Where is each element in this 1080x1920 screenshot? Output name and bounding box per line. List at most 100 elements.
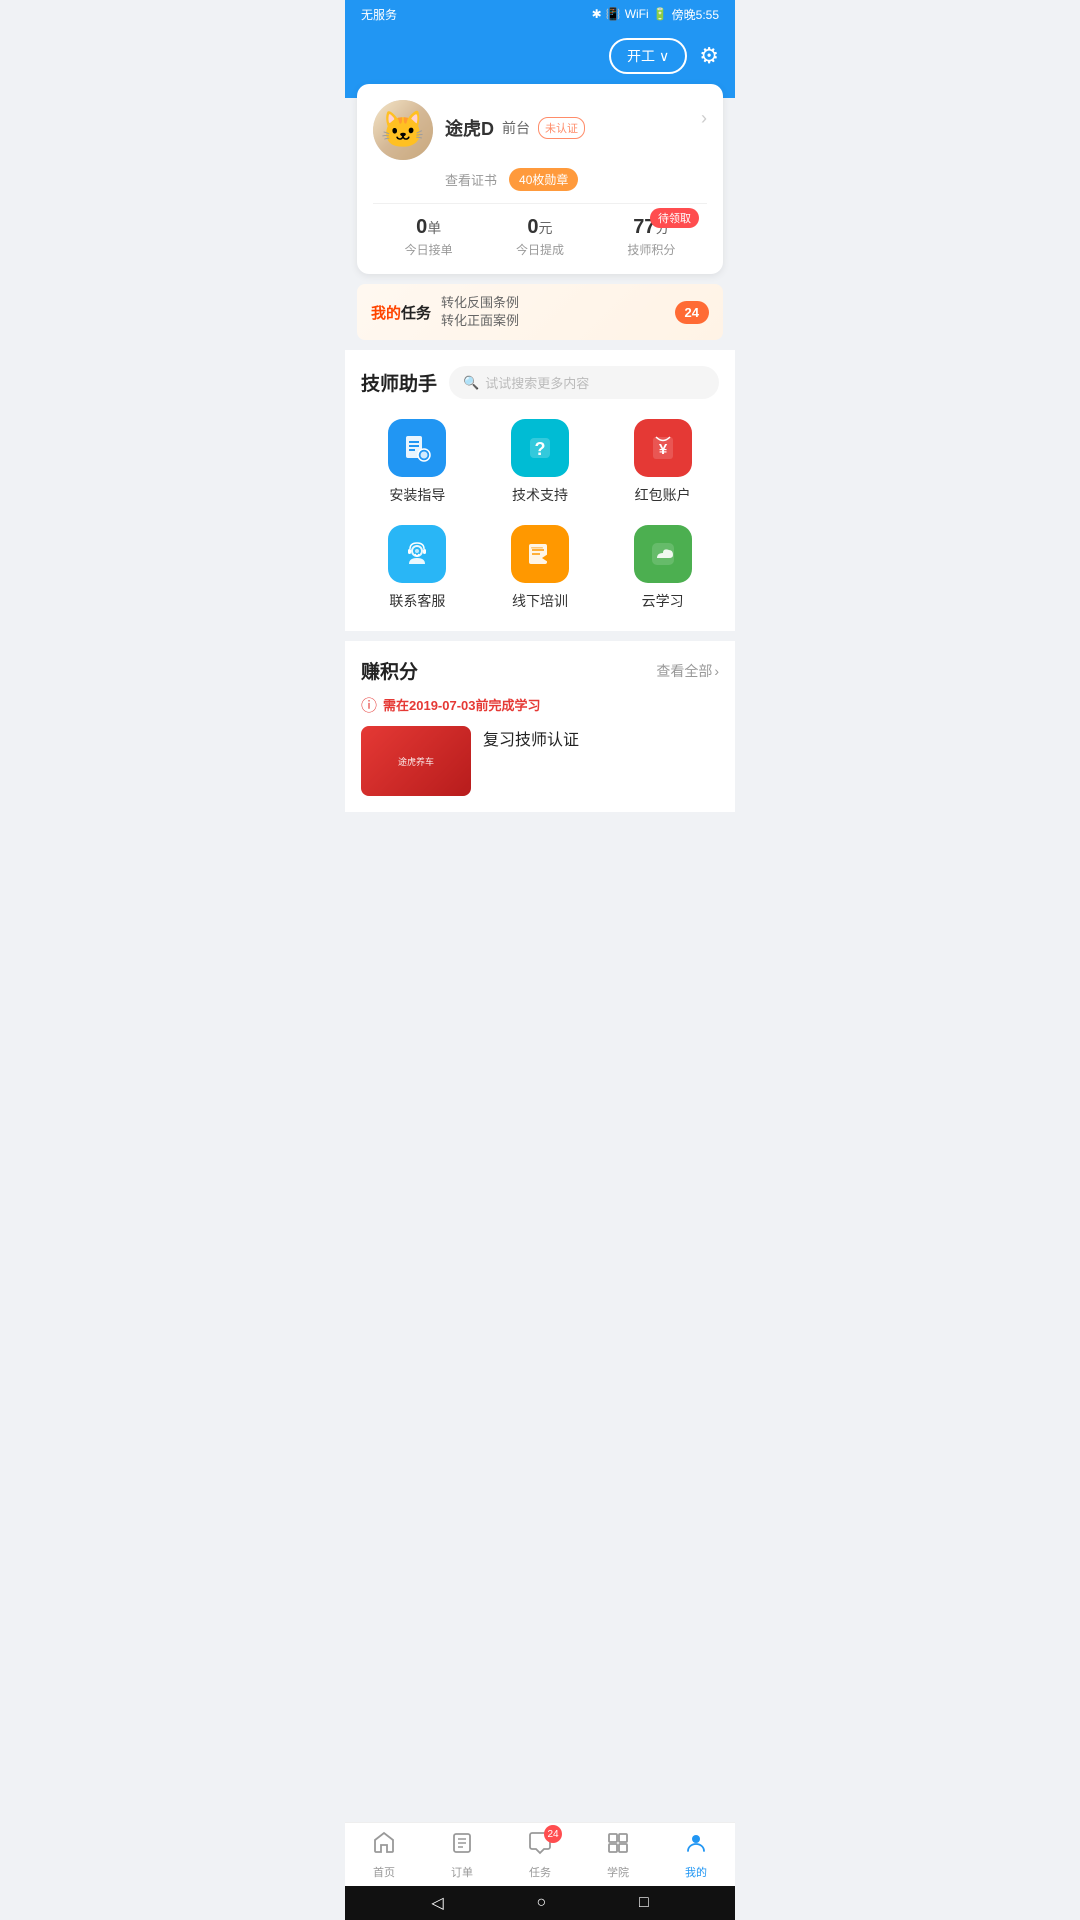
search-placeholder: 试试搜索更多内容	[485, 373, 589, 392]
earnings-unit: 元	[539, 220, 553, 236]
tool-label-training: 线下培训	[512, 591, 568, 611]
tool-label-cloud: 云学习	[642, 591, 684, 611]
bluetooth-icon: ✱	[592, 7, 602, 21]
tool-cloud-learning[interactable]: 云学习	[606, 525, 719, 611]
task-count-badge: 24	[675, 301, 709, 324]
work-button-label: 开工	[627, 46, 655, 66]
profile-info: 途虎D 前台 未认证	[445, 115, 707, 145]
tool-grid: 安装指导 ? 技术支持 ¥ 红包账户	[361, 415, 719, 615]
task-line2: 转化正面案例	[441, 312, 665, 330]
nav-mine[interactable]: 我的	[657, 1831, 735, 1880]
customer-service-icon	[388, 525, 446, 583]
stats-row: 0单 今日接单 0元 今日提成 77分 技师积分 待领取	[373, 203, 707, 258]
task-banner-label: 我的任务	[371, 302, 431, 323]
orders-label: 今日接单	[373, 241, 484, 258]
nav-home[interactable]: 首页	[345, 1831, 423, 1880]
settings-icon[interactable]: ⚙	[699, 43, 719, 69]
bottom-nav: 首页 订单 24 任务	[345, 1822, 735, 1886]
task-red-label: 我的	[371, 305, 401, 322]
status-bar: 无服务 ✱ 📳 WiFi 🔋 傍晚5:55	[345, 0, 735, 28]
battery-icon: 🔋	[653, 7, 668, 21]
stat-orders: 0单 今日接单	[373, 216, 484, 258]
warning-icon: ⓘ	[361, 692, 377, 716]
earnings-label: 今日提成	[484, 241, 595, 258]
profile-chevron-icon[interactable]: ›	[701, 108, 707, 129]
tool-customer-service[interactable]: 联系客服	[361, 525, 474, 611]
tool-label-service: 联系客服	[389, 591, 445, 611]
tool-offline-training[interactable]: 线下培训	[484, 525, 597, 611]
profile-top: 🐱 途虎D 前台 未认证 ›	[373, 100, 707, 160]
orders-icon	[450, 1831, 474, 1861]
nav-orders-label: 订单	[451, 1864, 473, 1880]
back-button[interactable]: ◁	[431, 1893, 443, 1913]
status-time: ✱ 📳 WiFi 🔋 傍晚5:55	[592, 6, 719, 23]
view-all-label: 查看全部	[656, 661, 712, 681]
profile-name: 途虎D	[445, 115, 494, 141]
section-title-assistant: 技师助手	[361, 369, 437, 396]
mine-icon	[684, 1831, 708, 1861]
tool-label-redpacket: 红包账户	[635, 485, 691, 505]
cert-link[interactable]: 查看证书	[445, 170, 497, 189]
install-guide-icon	[388, 419, 446, 477]
course-info: 复习技师认证	[483, 726, 719, 750]
task-content: 转化反围条例 转化正面案例	[441, 294, 665, 330]
verify-badge: 未认证	[538, 117, 585, 139]
medal-badge: 40枚勋章	[509, 168, 578, 191]
search-icon: 🔍	[463, 375, 479, 391]
svg-text:¥: ¥	[658, 441, 667, 458]
avatar-cat: 🐱	[381, 112, 426, 148]
nav-orders[interactable]: 订单	[423, 1831, 501, 1880]
task-banner[interactable]: 我的任务 转化反围条例 转化正面案例 24	[357, 284, 723, 340]
tool-install-guide[interactable]: 安装指导	[361, 419, 474, 505]
home-button[interactable]: ○	[536, 1894, 546, 1912]
course-brand: 途虎养车	[398, 755, 434, 768]
deadline-text: 需在2019-07-03前完成学习	[383, 695, 541, 714]
view-all-button[interactable]: 查看全部 ›	[656, 661, 719, 681]
nav-home-label: 首页	[373, 1864, 395, 1880]
clock: 傍晚5:55	[672, 6, 719, 23]
points-label: 技师积分	[596, 241, 707, 258]
tool-label-install: 安装指导	[389, 485, 445, 505]
profile-role: 前台	[502, 118, 530, 138]
profile-cert-row: 查看证书 40枚勋章	[373, 168, 707, 191]
svg-text:?: ?	[534, 439, 545, 459]
tool-red-packet[interactable]: ¥ 红包账户	[606, 419, 719, 505]
earn-title: 赚积分	[361, 657, 418, 684]
wifi-icon: WiFi	[625, 7, 649, 21]
course-title: 复习技师认证	[483, 726, 719, 750]
earn-section: 赚积分 查看全部 › ⓘ 需在2019-07-03前完成学习 途虎养车 复习技师…	[345, 641, 735, 812]
home-icon	[372, 1831, 396, 1861]
work-button[interactable]: 开工 ∨	[609, 38, 687, 74]
course-card[interactable]: 途虎养车 复习技师认证	[361, 726, 719, 796]
orders-number: 0	[416, 216, 427, 238]
tasks-icon: 24	[528, 1831, 552, 1861]
search-box[interactable]: 🔍 试试搜索更多内容	[449, 366, 719, 399]
task-line1: 转化反围条例	[441, 294, 665, 312]
nav-tasks-label: 任务	[529, 1864, 551, 1880]
tech-support-icon: ?	[511, 419, 569, 477]
vibrate-icon: 📳	[606, 7, 621, 21]
offline-training-icon	[511, 525, 569, 583]
tool-label-tech: 技术支持	[512, 485, 568, 505]
nav-academy[interactable]: 学院	[579, 1831, 657, 1880]
orders-unit: 单	[427, 220, 441, 236]
chevron-down-icon: ∨	[659, 48, 669, 65]
profile-card: 🐱 途虎D 前台 未认证 › 查看证书 40枚勋章 0单 今日接单 0元 今日提…	[357, 84, 723, 274]
view-all-chevron: ›	[714, 663, 719, 679]
nav-tasks[interactable]: 24 任务	[501, 1831, 579, 1880]
deadline-row: ⓘ 需在2019-07-03前完成学习	[361, 692, 719, 716]
status-no-service: 无服务	[361, 6, 397, 23]
course-thumbnail: 途虎养车	[361, 726, 471, 796]
red-packet-icon: ¥	[634, 419, 692, 477]
academy-icon	[606, 1831, 630, 1861]
tool-tech-support[interactable]: ? 技术支持	[484, 419, 597, 505]
earnings-number: 0	[527, 216, 538, 238]
nav-mine-label: 我的	[685, 1864, 707, 1880]
tasks-badge: 24	[544, 1825, 562, 1843]
avatar: 🐱	[373, 100, 433, 160]
system-bar: ◁ ○ □	[345, 1886, 735, 1920]
cloud-learning-icon	[634, 525, 692, 583]
assistant-section: 技师助手 🔍 试试搜索更多内容 安装指导	[345, 350, 735, 631]
recent-button[interactable]: □	[639, 1894, 649, 1912]
pending-badge[interactable]: 待领取	[650, 208, 699, 228]
